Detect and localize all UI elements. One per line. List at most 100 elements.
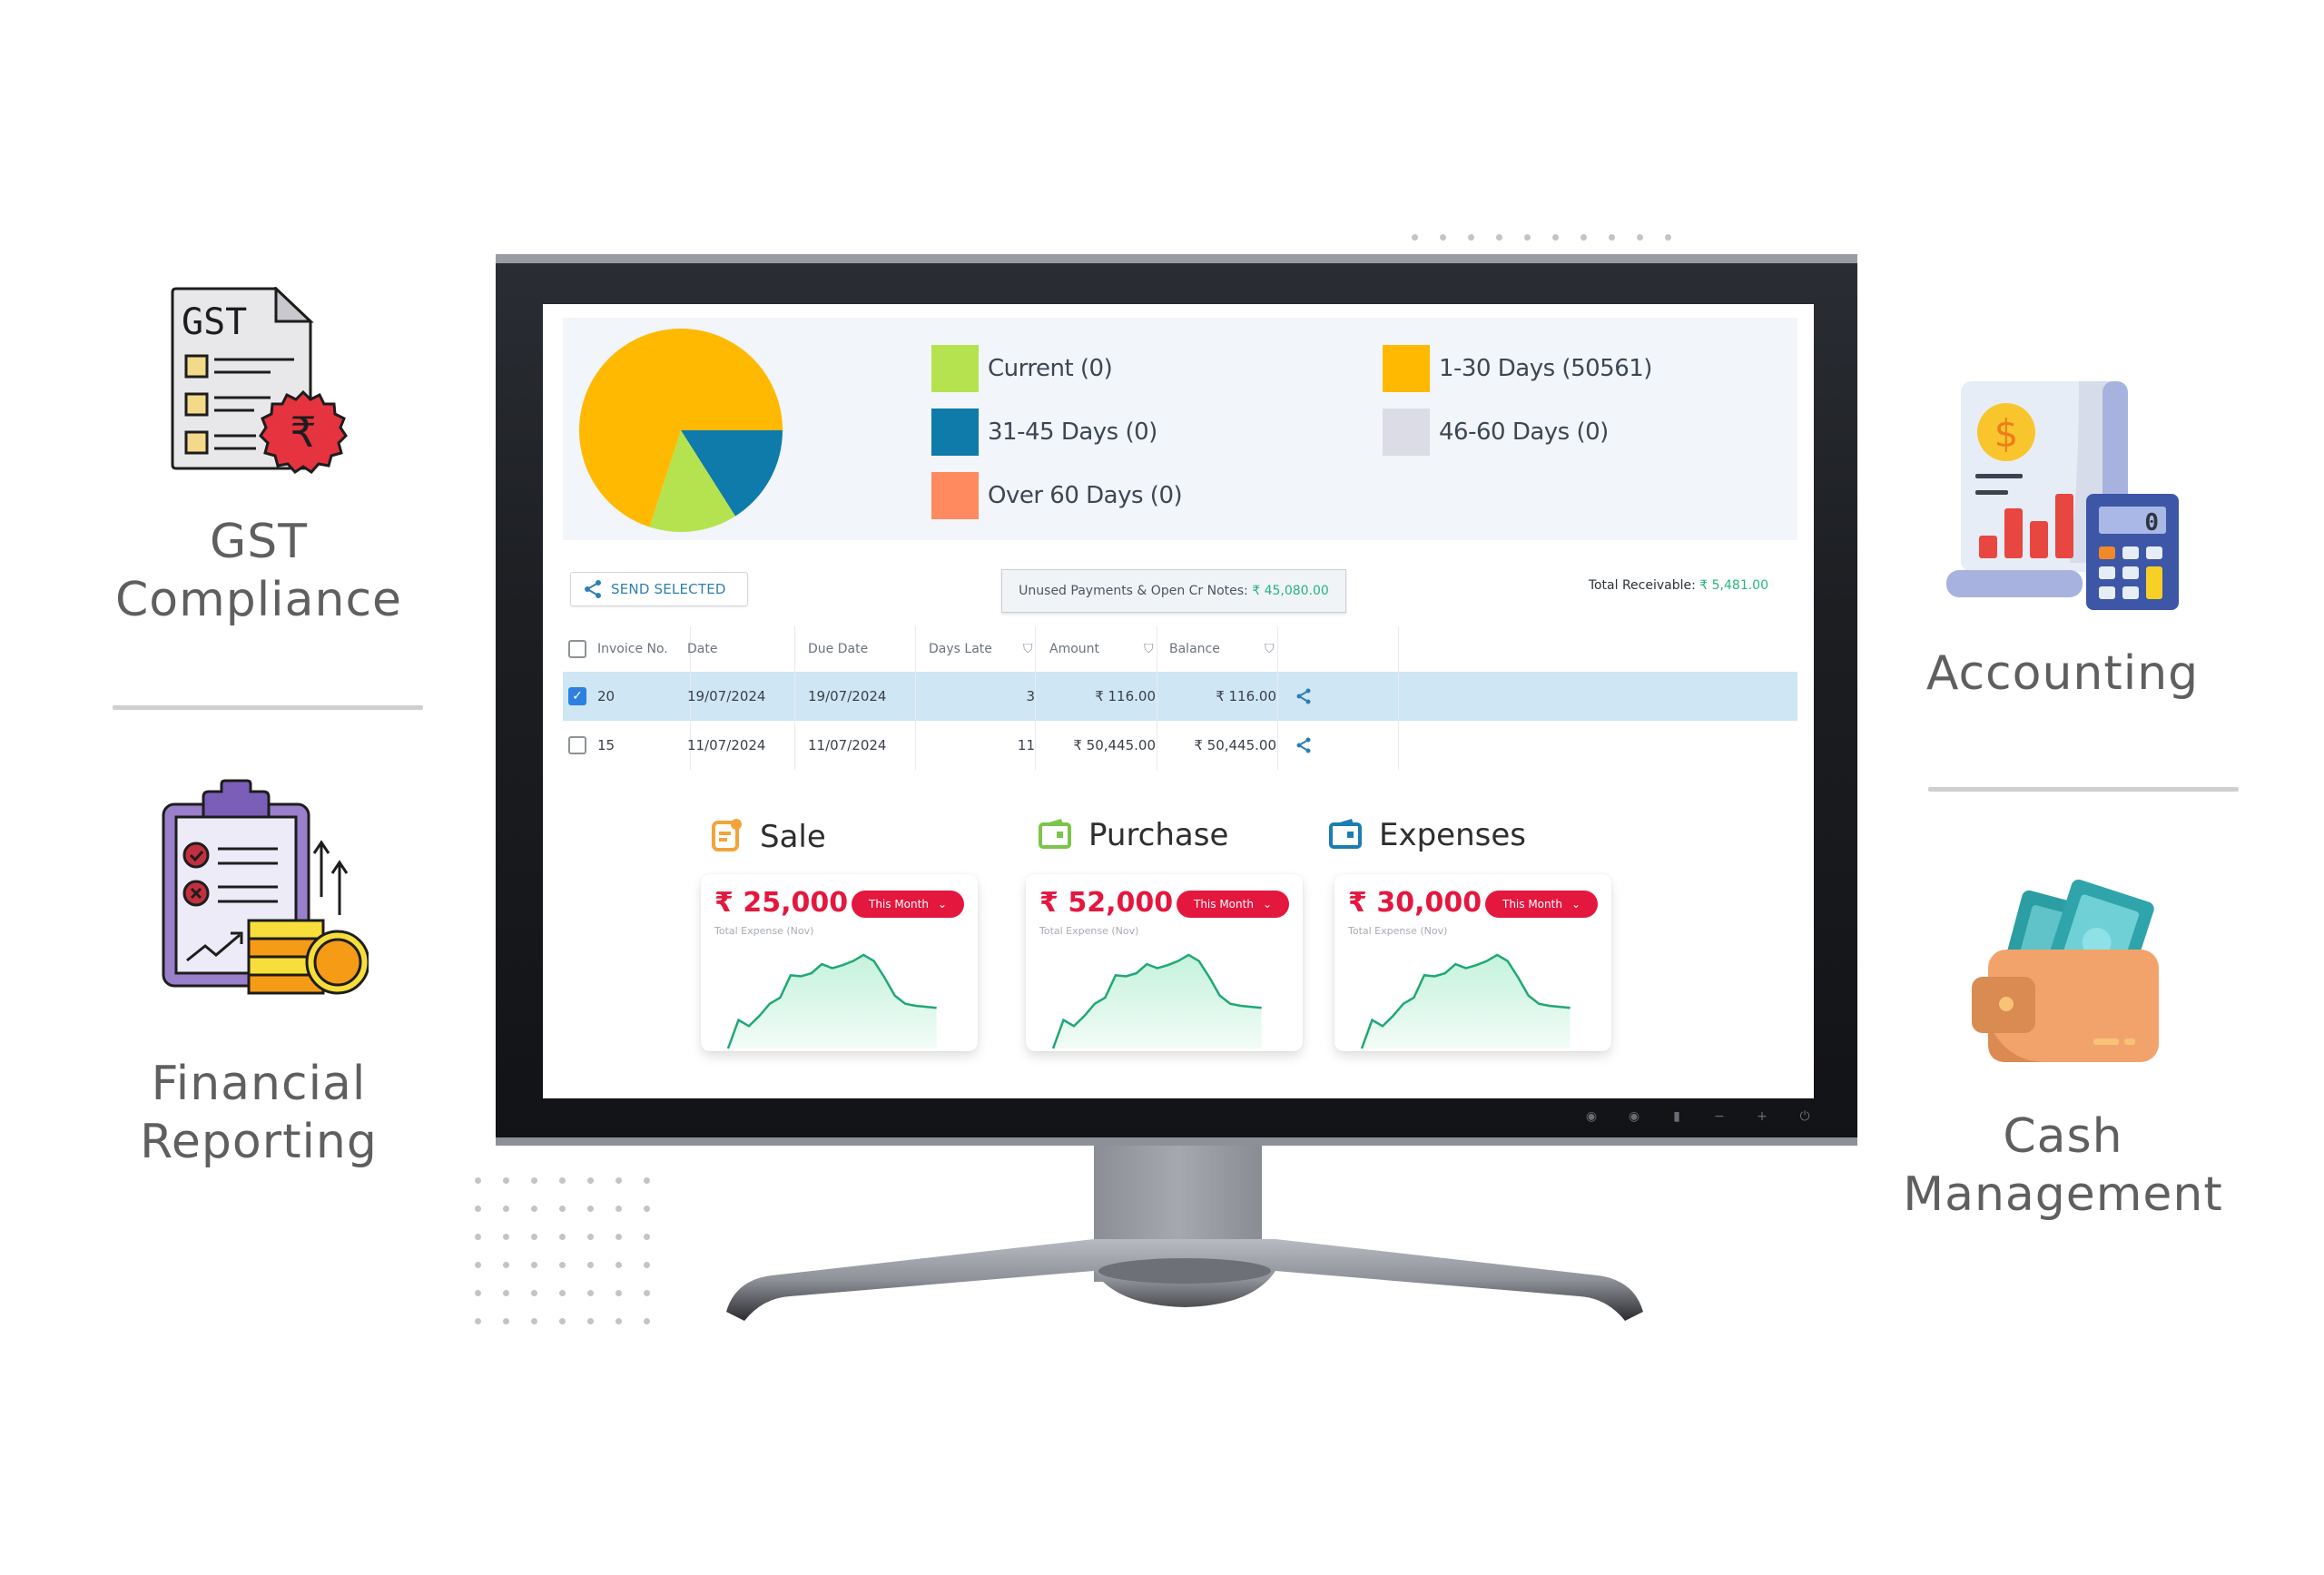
header-amount[interactable]: Amount [1049,626,1099,672]
purchase-icon [1038,817,1072,853]
cell-amount: ₹ 50,445.00 [1073,737,1156,753]
monitor-button-icon[interactable]: ◉ [1627,1109,1641,1124]
header-date[interactable]: Date [687,626,717,672]
decorative-dot [475,1318,481,1324]
legend-label: Current (0) [988,355,1113,382]
summary-card-expenses: ₹ 30,000 This Month ⌄ Total Expense (Nov) [1334,874,1611,1051]
decorative-dot [1637,234,1643,241]
monitor-stand-base [726,1239,1643,1321]
decorative-dot [559,1234,566,1240]
decorative-dot [559,1318,566,1324]
card-trend-chart [1051,953,1262,1049]
decorative-dot [587,1206,594,1212]
card-amount: ₹ 30,000 [1348,887,1482,919]
cell-invoice-no: 15 [597,737,615,753]
summary-card-purchase: ₹ 52,000 This Month ⌄ Total Expense (Nov) [1026,874,1303,1051]
filter-icon[interactable]: ⛉ [1144,626,1154,672]
period-dropdown[interactable]: This Month ⌄ [852,891,964,918]
legend-label: 31-45 Days (0) [988,418,1157,446]
select-all-checkbox[interactable] [568,640,586,658]
decorative-dot [615,1177,622,1184]
period-label: This Month [868,898,929,911]
decorative-dot [587,1318,594,1324]
row-checkbox[interactable] [568,736,586,754]
legend-swatch [931,409,979,456]
table-row[interactable]: 15 11/07/2024 11/07/2024 11 ₹ 50,445.00 ₹ 50,… [563,721,1797,770]
header-invoice-no[interactable]: Invoice No. [597,626,668,672]
legend-swatch [931,345,979,392]
legend-label: 1-30 Days (50561) [1439,355,1652,382]
send-selected-label: SEND SELECTED [611,581,726,597]
card-title: Purchase [1088,817,1229,853]
decorative-dot [503,1177,509,1184]
decorative-dot [531,1206,537,1212]
table-row[interactable]: ✓ 20 19/07/2024 19/07/2024 3 ₹ 116.00 ₹ 116.00 [563,672,1797,721]
monitor-button-icon[interactable]: ◉ [1584,1109,1599,1124]
monitor-button-icon[interactable]: ▮ [1669,1109,1684,1124]
decorative-dot [644,1234,650,1240]
cell-days-late: 11 [1017,737,1035,753]
decorative-dot [531,1234,537,1240]
card-trend-chart [726,953,937,1049]
cell-date: 11/07/2024 [687,737,766,753]
legend-label: 46-60 Days (0) [1439,418,1609,446]
decorative-dot [615,1206,622,1212]
decorative-dot [475,1177,481,1184]
cell-invoice-no: 20 [597,688,615,704]
decorative-dot [559,1262,566,1268]
table-header-row: Invoice No. Date Due Date Days Late ⛉ Am… [563,626,1797,672]
filter-icon[interactable]: ⛉ [1265,626,1275,672]
decorative-dot [531,1262,537,1268]
decorative-dot [615,1262,622,1268]
plus-button-icon[interactable]: + [1755,1109,1769,1124]
unused-payments-summary[interactable]: Unused Payments & Open Cr Notes: ₹ 45,08… [1001,569,1346,613]
cell-balance: ₹ 50,445.00 [1194,737,1276,753]
cash-label-line2: Management [1903,1167,2223,1222]
cell-due-date: 11/07/2024 [808,737,887,753]
header-days-late[interactable]: Days Late [929,626,992,672]
decorative-dot [644,1177,650,1184]
cell-amount: ₹ 116.00 [1095,688,1156,704]
decorative-dot [475,1290,481,1296]
decorative-dot [644,1318,650,1324]
gst-label-line2: Compliance [114,573,403,627]
cash-management-label: Cash Management [1866,1107,2260,1224]
gst-document-icon: GST ₹ [169,285,350,481]
period-dropdown[interactable]: This Month ⌄ [1485,891,1598,918]
cash-label-line1: Cash [2003,1109,2123,1164]
unused-payments-label: Unused Payments & Open Cr Notes: [1019,584,1248,598]
total-receivable-value: ₹ 5,481.00 [1699,578,1768,593]
decorative-dot [1496,234,1502,241]
decorative-dot [1665,234,1671,241]
decorative-dot [503,1318,509,1324]
header-balance[interactable]: Balance [1169,626,1220,672]
card-header-sale: Sale [711,817,826,857]
card-subtitle: Total Expense (Nov) [1348,925,1448,937]
decorative-dot [559,1206,566,1212]
period-dropdown[interactable]: This Month ⌄ [1177,891,1289,918]
decorative-dot [587,1262,594,1268]
calculator-display: 0 [2144,509,2159,536]
card-amount: ₹ 25,000 [714,887,849,919]
decorative-dot [531,1318,537,1324]
accounting-label-line1: Accounting [1925,646,2200,701]
calculator-report-icon: $ 0 [1943,372,2188,616]
power-button-icon[interactable]: ⏻ [1797,1109,1812,1124]
row-share-icon[interactable] [1296,721,1311,770]
card-subtitle: Total Expense (Nov) [714,925,814,937]
row-checkbox[interactable]: ✓ [568,687,586,705]
decorative-dot-grid-bottom [475,1177,650,1324]
header-due-date[interactable]: Due Date [808,626,868,672]
gst-label-line1: GST [209,515,309,569]
aging-pie-chart [579,329,783,532]
send-selected-button[interactable]: SEND SELECTED [570,572,748,606]
minus-button-icon[interactable]: − [1712,1109,1727,1124]
filter-icon[interactable]: ⛉ [1023,626,1033,672]
unused-payments-value: ₹ 45,080.00 [1252,584,1329,598]
decorative-dot [475,1206,481,1212]
row-share-icon[interactable] [1296,672,1311,721]
decorative-dot [615,1318,622,1324]
chevron-down-icon: ⌄ [937,898,947,911]
decorative-dot [531,1177,537,1184]
decorative-dot [587,1177,594,1184]
